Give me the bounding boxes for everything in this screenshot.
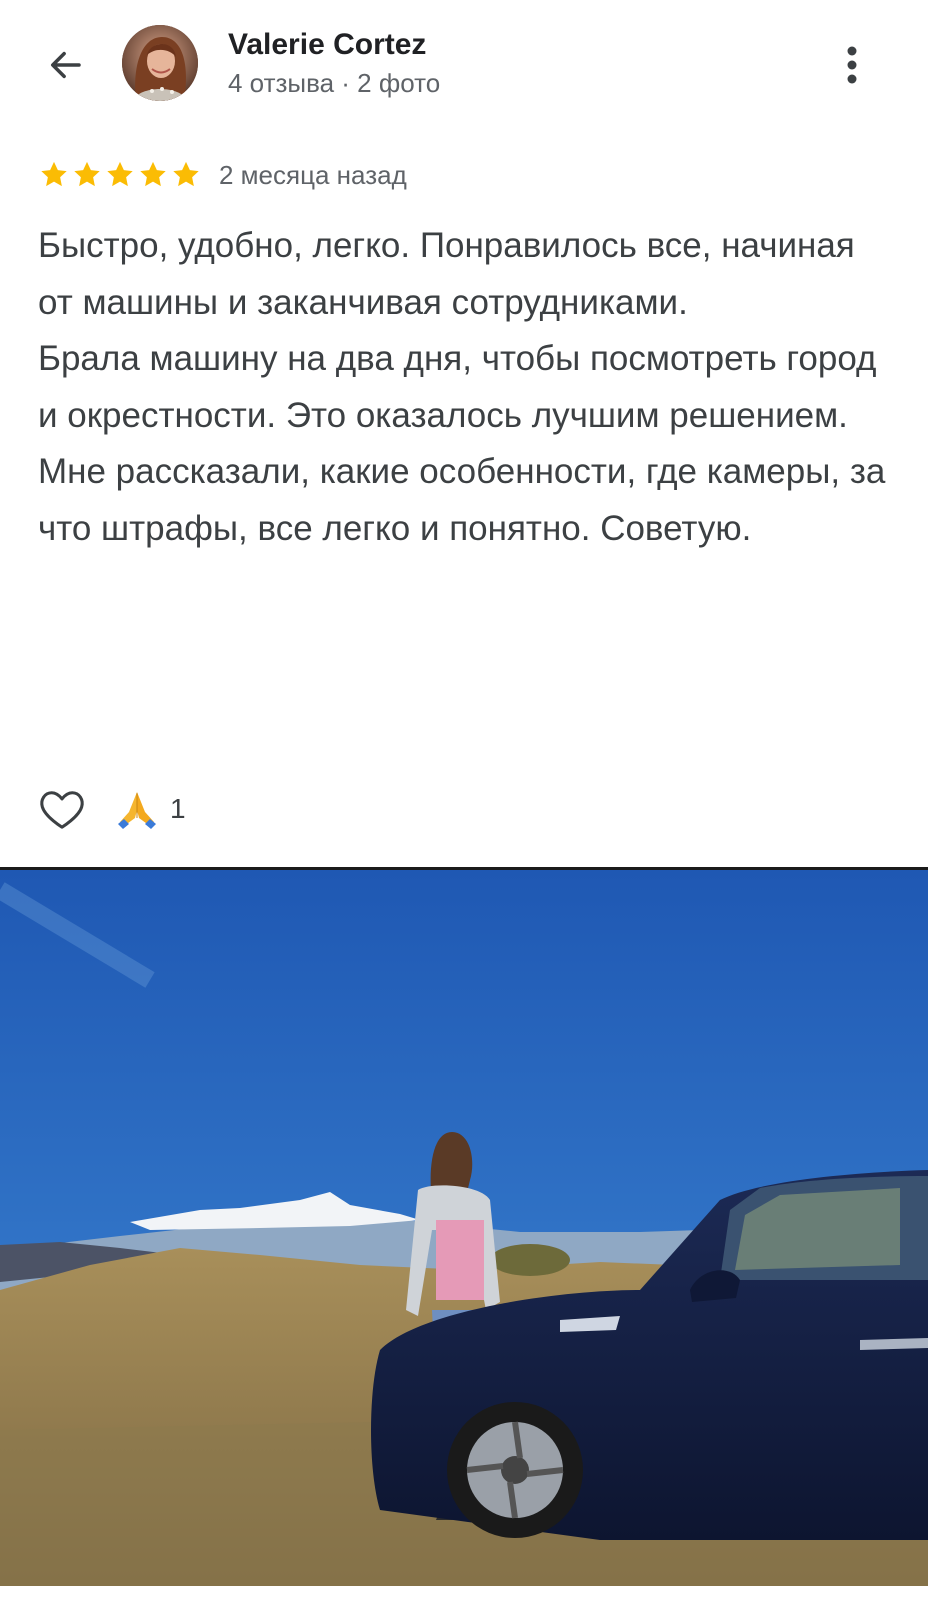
star-icon [107,161,133,187]
review-date: 2 месяца назад [219,159,407,190]
user-meta: 4 отзыва · 2 фото [228,68,441,98]
review-paragraph: Брала машину на два дня, чтобы посмотрет… [38,339,877,435]
folded-hands-icon [118,792,156,829]
review-actions: 1 [38,784,186,834]
like-button[interactable] [38,785,86,833]
review-photo[interactable] [0,870,928,1586]
star-icon [41,161,67,187]
more-options-button[interactable] [840,40,864,90]
review-paragraph: Быстро, удобно, легко. Понравилось все, … [38,226,855,322]
more-vertical-icon [847,46,857,84]
back-button[interactable] [40,40,90,90]
star-rating [38,159,202,191]
avatar-image [122,25,198,101]
reaction-chip[interactable]: 1 [114,788,186,830]
user-name[interactable]: Valerie Cortez [228,28,426,62]
arrow-left-icon [51,51,81,79]
review-paragraph: Мне рассказали, какие особенности, где к… [38,452,886,548]
review-text: Быстро, удобно, легко. Понравилось все, … [38,218,898,558]
reaction-count: 1 [170,793,186,824]
star-icon [173,161,199,187]
review-photo-image [0,870,928,1586]
rating-row: 2 месяца назад [38,157,407,193]
review-header: Valerie Cortez 4 отзыва · 2 фото [0,0,928,124]
star-icon [74,161,100,187]
avatar[interactable] [122,25,198,101]
star-icon [140,161,166,187]
heart-outline-icon [40,791,84,829]
